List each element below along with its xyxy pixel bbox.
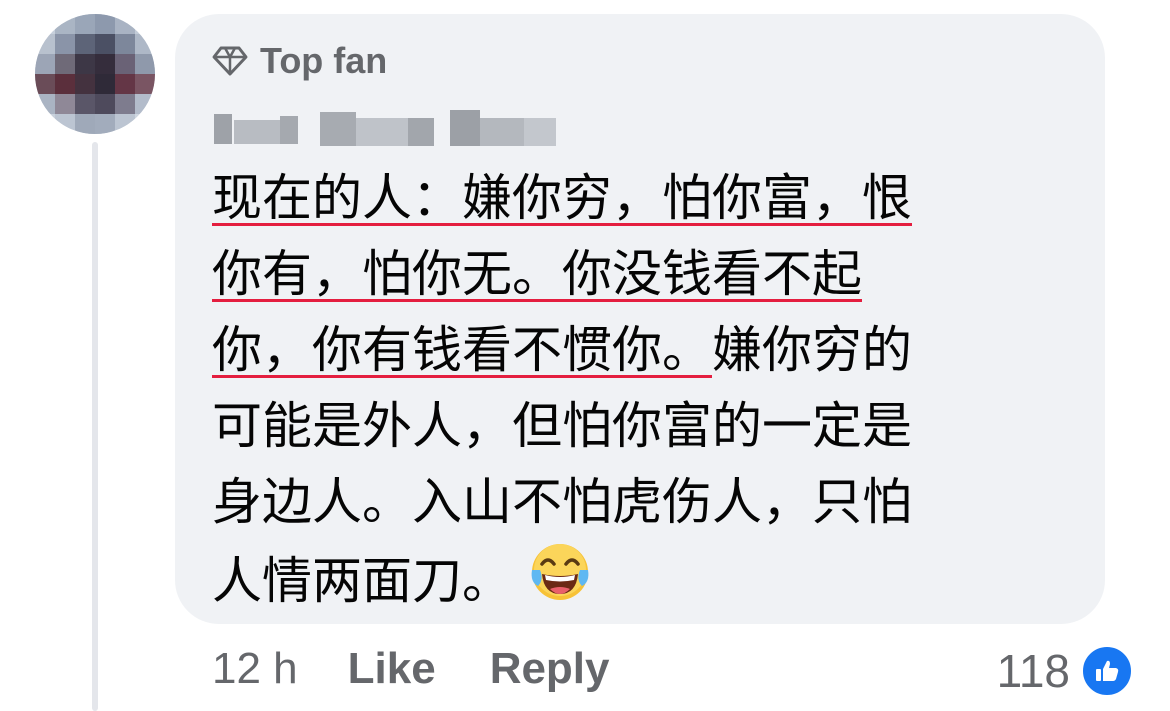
thread-line [92, 142, 98, 711]
comment-text: 现在的人：嫌你穷，怕你富，恨 你有，怕你无。你没钱看不起 你，你有钱看不惯你。嫌… [212, 160, 1082, 616]
reaction-summary[interactable]: 118 [997, 644, 1134, 698]
comment-line: 你，你有钱看不惯你。嫌你穷的 [212, 321, 912, 379]
reply-button[interactable]: Reply [490, 644, 610, 694]
avatar[interactable] [35, 14, 155, 134]
comment-line: 你有，怕你无。你没钱看不起 [212, 245, 862, 303]
reaction-count: 118 [996, 645, 1070, 697]
comment-line: 人情两面刀。 [212, 540, 1082, 616]
top-fan-badge[interactable]: Top fan [212, 40, 387, 82]
like-button[interactable]: Like [348, 644, 436, 694]
author-name[interactable] [214, 104, 556, 146]
comment-line: 现在的人：嫌你穷，怕你富，恨 [212, 169, 912, 227]
timestamp[interactable]: 12 h [212, 644, 298, 694]
thumbs-up-icon [1080, 644, 1134, 698]
comment-thread: Top fan 现在的人：嫌你穷，怕你富，恨 你有，怕你无。你没钱看不起 你，你… [0, 0, 1170, 711]
comment-line: 身边人。入山不怕虎伤人，只怕 [212, 473, 912, 531]
comment-actions: 12 h Like Reply [212, 644, 664, 694]
badge-label: Top fan [260, 40, 388, 81]
laughing-tears-emoji [528, 540, 592, 625]
diamond-icon [212, 45, 248, 77]
comment-line: 可能是外人，但怕你富的一定是 [212, 397, 912, 455]
